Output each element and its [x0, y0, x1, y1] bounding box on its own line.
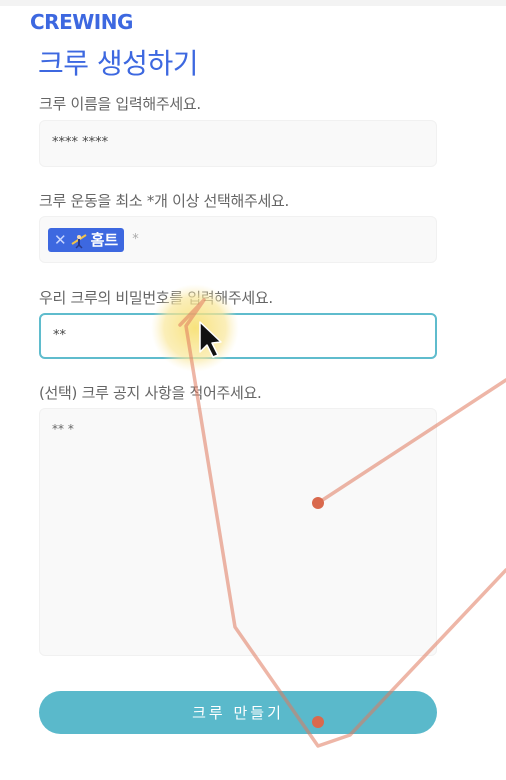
sport-tag-label: 홈트: [90, 231, 119, 249]
sport-tag-home-training[interactable]: ✕ 홈트: [48, 227, 125, 252]
notice-textarea[interactable]: ** *: [39, 408, 437, 656]
crew-name-input[interactable]: **** ****: [39, 120, 437, 167]
crew-sports-select[interactable]: ✕ 홈트 *: [39, 216, 437, 263]
crew-name-label: 크루 이름을 입력해주세요.: [39, 95, 201, 113]
remove-tag-icon[interactable]: ✕: [54, 231, 67, 249]
notice-label: (선택) 크루 공지 사항을 적어주세요.: [39, 384, 262, 402]
crew-sports-label: 크루 운동을 최소 *개 이상 선택해주세요.: [39, 192, 290, 210]
app-logo[interactable]: CREWING: [30, 10, 133, 34]
password-input[interactable]: **: [39, 313, 437, 359]
fitness-icon: [71, 233, 87, 249]
top-bar: [0, 0, 506, 6]
password-label: 우리 크루의 비밀번호를 입력해주세요.: [39, 289, 273, 307]
create-crew-button[interactable]: 크루 만들기: [39, 691, 437, 734]
page-title: 크루 생성하기: [38, 47, 198, 80]
sports-input-placeholder: *: [132, 232, 139, 247]
